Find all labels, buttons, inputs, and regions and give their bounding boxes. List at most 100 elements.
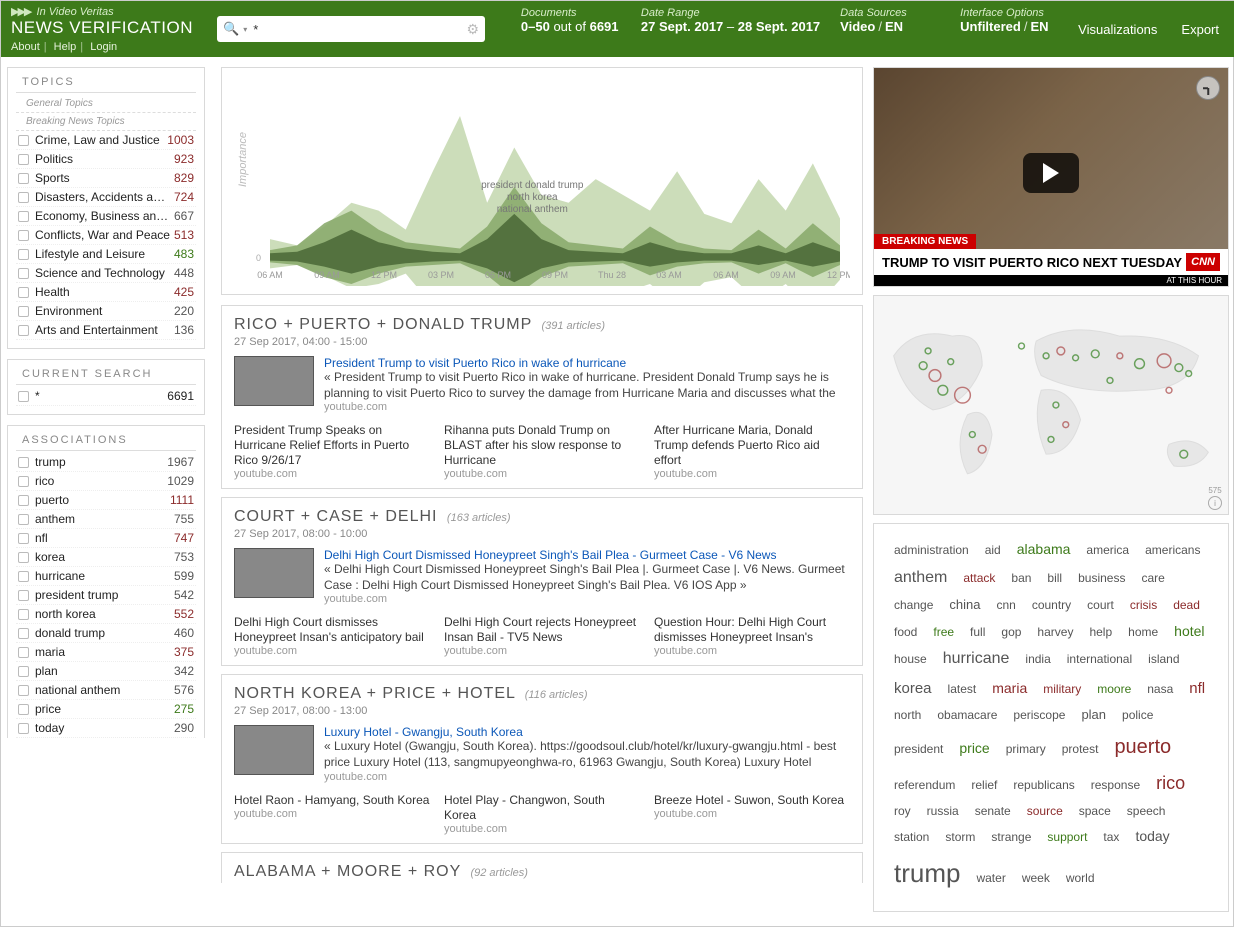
cloud-word[interactable]: north — [894, 704, 921, 727]
association-row[interactable]: nfl747 — [16, 529, 196, 548]
cloud-word[interactable]: korea — [894, 675, 932, 704]
ui-lang[interactable]: EN — [1030, 19, 1048, 34]
cloud-word[interactable]: help — [1089, 621, 1112, 644]
cloud-word[interactable]: cnn — [996, 594, 1015, 617]
association-row[interactable]: puerto1111 — [16, 491, 196, 510]
cloud-word[interactable]: administration — [894, 539, 969, 562]
checkbox-icon[interactable] — [18, 154, 29, 165]
cloud-word[interactable]: source — [1027, 800, 1063, 823]
association-row[interactable]: plan342 — [16, 662, 196, 681]
cloud-word[interactable]: americans — [1145, 539, 1200, 562]
cloud-word[interactable]: roy — [894, 800, 911, 823]
cloud-word[interactable]: water — [976, 867, 1005, 890]
cloud-word[interactable]: india — [1025, 648, 1050, 671]
topic-row[interactable]: Conflicts, War and Peace513 — [16, 226, 196, 245]
cloud-word[interactable]: international — [1067, 648, 1132, 671]
checkbox-icon[interactable] — [18, 628, 29, 639]
topic-row[interactable]: Sports829 — [16, 169, 196, 188]
world-map[interactable]: 575 i — [873, 295, 1229, 515]
cloud-word[interactable]: tax — [1103, 826, 1119, 849]
cloud-word[interactable]: police — [1122, 704, 1153, 727]
cloud-word[interactable]: relief — [971, 774, 997, 797]
topic-row[interactable]: Science and Technology448 — [16, 264, 196, 283]
cloud-word[interactable]: care — [1141, 567, 1164, 590]
topic-row[interactable]: Economy, Business and Finan…667 — [16, 207, 196, 226]
checkbox-icon[interactable] — [18, 723, 29, 734]
cloud-word[interactable]: russia — [927, 800, 959, 823]
cloud-word[interactable]: change — [894, 594, 933, 617]
association-row[interactable]: north korea552 — [16, 605, 196, 624]
cloud-word[interactable]: obamacare — [937, 704, 997, 727]
cloud-word[interactable]: protest — [1062, 738, 1099, 761]
story-title[interactable]: RICO + PUERTO + DONALD TRUMP (391 articl… — [234, 316, 850, 334]
checkbox-icon[interactable] — [18, 514, 29, 525]
related-article[interactable]: Hotel Raon - Hamyang, South Koreayoutube… — [234, 793, 430, 835]
checkbox-icon[interactable] — [18, 704, 29, 715]
cloud-word[interactable]: anthem — [894, 563, 947, 593]
association-row[interactable]: trump1967 — [16, 453, 196, 472]
cloud-word[interactable]: hotel — [1174, 618, 1204, 645]
association-row[interactable]: rico1029 — [16, 472, 196, 491]
association-row[interactable]: hurricane599 — [16, 567, 196, 586]
nav-about[interactable]: About — [11, 41, 40, 53]
cloud-word[interactable]: business — [1078, 567, 1125, 590]
checkbox-icon[interactable] — [18, 609, 29, 620]
cloud-word[interactable]: house — [894, 648, 927, 671]
cloud-word[interactable]: world — [1066, 867, 1095, 890]
checkbox-icon[interactable] — [18, 457, 29, 468]
nav-visualizations[interactable]: Visualizations — [1078, 22, 1157, 37]
related-article[interactable]: Breeze Hotel - Suwon, South Koreayoutube… — [654, 793, 850, 835]
cloud-word[interactable]: moore — [1097, 678, 1131, 701]
checkbox-icon[interactable] — [18, 325, 29, 336]
topic-row[interactable]: Crime, Law and Justice1003 — [16, 131, 196, 150]
cloud-word[interactable]: alabama — [1017, 536, 1071, 563]
cloud-word[interactable]: trump — [894, 849, 960, 898]
association-row[interactable]: anthem755 — [16, 510, 196, 529]
search-query-text[interactable]: * — [253, 22, 466, 37]
topic-row[interactable]: Arts and Entertainment136 — [16, 321, 196, 340]
cloud-word[interactable]: crisis — [1130, 594, 1157, 617]
cloud-word[interactable]: hurricane — [943, 644, 1010, 674]
cloud-word[interactable]: dead — [1173, 594, 1200, 617]
cloud-word[interactable]: free — [933, 621, 954, 644]
checkbox-icon[interactable] — [18, 173, 29, 184]
association-row[interactable]: price275 — [16, 700, 196, 719]
video-thumbnail[interactable] — [234, 548, 314, 598]
cloud-word[interactable]: president — [894, 738, 943, 761]
cloud-word[interactable]: latest — [948, 678, 977, 701]
story-title[interactable]: NORTH KOREA + PRICE + HOTEL (116 article… — [234, 685, 850, 703]
association-row[interactable]: president trump542 — [16, 586, 196, 605]
video-thumbnail[interactable] — [234, 356, 314, 406]
video-thumbnail[interactable] — [234, 725, 314, 775]
filter-state[interactable]: Unfiltered — [960, 19, 1021, 34]
checkbox-icon[interactable] — [18, 647, 29, 658]
checkbox-icon[interactable] — [18, 533, 29, 544]
cloud-word[interactable]: full — [970, 621, 985, 644]
cloud-word[interactable]: china — [949, 593, 980, 618]
topic-row[interactable]: Politics923 — [16, 150, 196, 169]
checkbox-icon[interactable] — [18, 306, 29, 317]
cloud-word[interactable]: nfl — [1189, 675, 1205, 704]
checkbox-icon[interactable] — [18, 192, 29, 203]
lead-title[interactable]: Delhi High Court Dismissed Honeypreet Si… — [324, 548, 850, 562]
association-row[interactable]: korea753 — [16, 548, 196, 567]
related-article[interactable]: Hotel Play - Changwon, South Koreayoutub… — [444, 793, 640, 835]
checkbox-icon[interactable] — [18, 211, 29, 222]
cloud-word[interactable]: response — [1091, 774, 1140, 797]
cloud-word[interactable]: puerto — [1114, 728, 1171, 766]
play-icon[interactable] — [1023, 153, 1079, 193]
association-row[interactable]: today290 — [16, 719, 196, 738]
cloud-word[interactable]: ban — [1011, 567, 1031, 590]
cloud-word[interactable]: gop — [1001, 621, 1021, 644]
current-search-row[interactable]: * 6691 — [16, 387, 196, 406]
video-player[interactable]: BREAKING NEWS TRUMP TO VISIT PUERTO RICO… — [873, 67, 1229, 287]
cloud-word[interactable]: week — [1022, 867, 1050, 890]
nav-help[interactable]: Help — [54, 41, 77, 53]
checkbox-icon[interactable] — [18, 571, 29, 582]
cloud-word[interactable]: america — [1086, 539, 1129, 562]
checkbox-icon[interactable] — [18, 287, 29, 298]
related-article[interactable]: Question Hour: Delhi High Court dismisse… — [654, 615, 850, 657]
association-row[interactable]: maria375 — [16, 643, 196, 662]
cloud-word[interactable]: harvey — [1037, 621, 1073, 644]
cloud-word[interactable]: island — [1148, 648, 1179, 671]
